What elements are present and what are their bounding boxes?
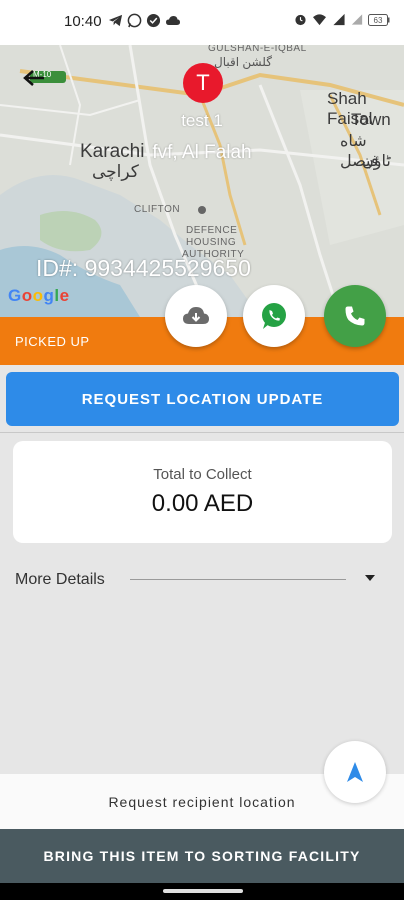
more-details-label: More Details <box>15 571 105 588</box>
total-to-collect-value: 0.00 AED <box>151 490 254 517</box>
whatsapp-icon <box>262 303 286 329</box>
total-to-collect-card: Total to Collect 0.00 AED <box>13 441 392 543</box>
home-indicator[interactable] <box>163 889 243 893</box>
avatar: T <box>183 63 223 103</box>
system-nav-bar <box>0 883 404 900</box>
google-logo: Google <box>8 286 70 305</box>
check-circle-icon <box>146 13 161 28</box>
status-label: PICKED UP <box>15 334 90 349</box>
more-details-toggle[interactable]: More Details <box>15 569 385 591</box>
status-bar: 10:40 63 <box>0 0 404 45</box>
system-icons: 63 <box>294 13 390 31</box>
svg-text:63: 63 <box>374 16 383 25</box>
caret-down-icon[interactable] <box>365 575 375 581</box>
map-label-defence: DEFENCE <box>186 225 238 236</box>
signal-icon <box>332 13 346 31</box>
divider <box>0 432 404 433</box>
whatsapp-notification-icon <box>127 13 142 28</box>
wifi-icon <box>312 13 327 31</box>
more-details-divider <box>130 579 346 580</box>
request-location-update-button[interactable]: REQUEST LOCATION UPDATE <box>6 372 399 426</box>
cloud-download-icon <box>183 307 209 324</box>
battery-icon: 63 <box>368 13 390 31</box>
notification-icons <box>108 13 180 28</box>
total-to-collect-label: Total to Collect <box>153 466 252 483</box>
navigation-arrow-icon <box>347 762 363 782</box>
phone-icon <box>345 306 365 326</box>
recipient-name: test 1 <box>181 111 223 130</box>
shipment-id: ID#: 9934425529650 <box>36 255 251 281</box>
alarm-icon <box>294 13 307 31</box>
map-label-gulshan: GULSHAN-E-IQBAL <box>208 45 307 54</box>
cloud-icon <box>165 13 180 28</box>
map-label-housing: HOUSING <box>186 237 237 248</box>
map-label-gulshan-urdu: گلشن اقبال <box>214 55 272 69</box>
back-button[interactable] <box>22 68 46 88</box>
recipient-address: fvf, Al Falah <box>152 142 252 163</box>
status-time: 10:40 <box>64 13 102 30</box>
bring-to-sorting-facility-button[interactable]: BRING THIS ITEM TO SORTING FACILITY <box>0 829 404 883</box>
telegram-icon <box>108 13 123 28</box>
whatsapp-button[interactable] <box>243 285 305 347</box>
call-button[interactable] <box>324 285 386 347</box>
signal-2-icon <box>351 13 363 31</box>
map-label-clifton: CLIFTON <box>134 204 181 215</box>
arrow-left-icon <box>23 70 44 86</box>
navigate-button[interactable] <box>324 741 386 803</box>
map-label-karachi-urdu: کراچی <box>92 162 139 181</box>
download-button[interactable] <box>165 285 227 347</box>
